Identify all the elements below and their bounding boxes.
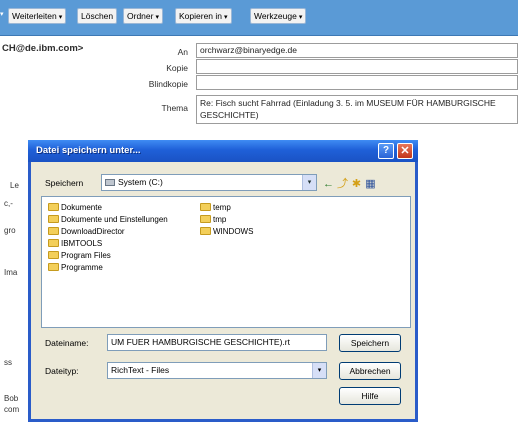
- chevron-down-icon: ▾: [224, 14, 228, 21]
- copy-to-button-label: Kopieren in: [179, 11, 223, 21]
- subject-label: Thema: [161, 103, 188, 113]
- dialog-title: Datei speichern unter...: [36, 145, 141, 156]
- back-icon[interactable]: ←: [323, 178, 337, 190]
- folder-icon: [48, 263, 59, 271]
- folder-item[interactable]: Dokumente: [48, 203, 102, 213]
- filename-label: Dateiname:: [45, 338, 89, 348]
- navigation-toolbar: ←⤴✱▦: [323, 175, 379, 191]
- background-text: c,-: [4, 199, 13, 208]
- folder-icon: [48, 215, 59, 223]
- copy-to-button[interactable]: Kopieren in ▾: [175, 8, 232, 24]
- save-as-dialog: Datei speichern unter... ? ✕ Speichern S…: [28, 140, 418, 422]
- folder-button[interactable]: Ordner ▾: [123, 8, 163, 24]
- help-icon[interactable]: ?: [378, 143, 394, 159]
- cancel-button[interactable]: Abbrechen: [339, 362, 401, 380]
- background-text: Le: [10, 181, 19, 190]
- bcc-field[interactable]: [196, 75, 518, 90]
- folder-icon: [48, 227, 59, 235]
- filetype-label: Dateityp:: [45, 366, 79, 376]
- save-button[interactable]: Speichern: [339, 334, 401, 352]
- dialog-titlebar[interactable]: Datei speichern unter... ? ✕: [28, 140, 418, 162]
- delete-button[interactable]: Löschen: [77, 8, 118, 24]
- new-folder-icon[interactable]: ✱: [351, 177, 365, 190]
- chevron-down-icon: ▾: [155, 14, 159, 21]
- folder-button-label: Ordner: [127, 11, 154, 21]
- folder-label: WINDOWS: [213, 227, 254, 236]
- sender-address: CH@de.ibm.com>: [2, 43, 84, 54]
- filetype-dropdown[interactable]: RichText - Files ▾: [107, 362, 327, 379]
- file-list[interactable]: Dokumente Dokumente und Einstellungen Do…: [41, 196, 411, 328]
- filename-input[interactable]: UM FUER HAMBURGISCHE GESCHICHTE).rt: [107, 334, 327, 351]
- cc-field[interactable]: [196, 59, 518, 74]
- background-text: gro: [4, 226, 16, 235]
- save-in-label: Speichern: [45, 178, 84, 188]
- folder-label: DownloadDirector: [61, 227, 125, 236]
- background-text: Bob: [4, 394, 19, 403]
- folder-label: IBMTOOLS: [61, 239, 103, 248]
- bcc-label: Blindkopie: [148, 79, 188, 89]
- folder-item[interactable]: WINDOWS: [200, 227, 253, 237]
- chevron-down-icon: ▾: [298, 14, 303, 21]
- filetype-value: RichText - Files: [111, 365, 170, 375]
- folder-icon: [48, 239, 59, 247]
- background-text: Ima: [4, 268, 18, 277]
- mail-header: CH@de.ibm.com> An orchwarz@binaryedge.de…: [0, 37, 518, 137]
- background-text: ss: [4, 358, 12, 367]
- delete-button-label: Löschen: [81, 11, 114, 21]
- save-in-value: System (C:): [118, 177, 163, 187]
- folder-item[interactable]: DownloadDirector: [48, 227, 125, 237]
- to-field[interactable]: orchwarz@binaryedge.de: [196, 43, 518, 58]
- folder-item[interactable]: IBMTOOLS: [48, 239, 102, 249]
- drive-icon: [105, 179, 115, 186]
- folder-item[interactable]: Programme: [48, 263, 103, 273]
- folder-item[interactable]: temp: [200, 203, 231, 213]
- folder-icon: [200, 203, 211, 211]
- folder-icon: [200, 227, 211, 235]
- background-text: com: [4, 405, 20, 414]
- save-in-dropdown[interactable]: System (C:) ▾: [101, 174, 317, 191]
- folder-label: Programme: [61, 263, 103, 272]
- help-button[interactable]: Hilfe: [339, 387, 401, 405]
- up-folder-icon[interactable]: ⤴: [337, 175, 351, 191]
- forward-button[interactable]: Weiterleiten ▾: [8, 8, 67, 24]
- folder-item[interactable]: Program Files: [48, 251, 111, 261]
- chevron-down-icon[interactable]: ▾: [302, 175, 316, 190]
- folder-icon: [48, 251, 59, 259]
- forward-button-label: Weiterleiten: [12, 11, 57, 21]
- cc-label: Kopie: [166, 63, 188, 73]
- folder-item[interactable]: Dokumente und Einstellungen: [48, 215, 168, 225]
- folder-item[interactable]: tmp: [200, 215, 226, 225]
- view-menu-icon[interactable]: ▦: [365, 177, 379, 190]
- mail-toolbar: ▾ Weiterleiten ▾ Löschen Ordner ▾ Kopieren…: [0, 0, 518, 36]
- close-icon[interactable]: ✕: [397, 143, 413, 159]
- folder-label: Dokumente und Einstellungen: [61, 215, 168, 224]
- chevron-down-icon[interactable]: ▾: [312, 363, 326, 378]
- tools-button-label: Werkzeuge: [254, 11, 297, 21]
- folder-label: Dokumente: [61, 203, 102, 212]
- folder-icon: [48, 203, 59, 211]
- chevron-down-icon: ▾: [58, 14, 63, 21]
- folder-icon: [200, 215, 211, 223]
- tools-button[interactable]: Werkzeuge ▾: [250, 8, 307, 24]
- folder-label: temp: [213, 203, 231, 212]
- to-label: An: [177, 47, 188, 57]
- toolbar-overflow-caret[interactable]: ▾: [0, 8, 6, 24]
- folder-label: Program Files: [61, 251, 111, 260]
- folder-label: tmp: [213, 215, 227, 224]
- subject-field[interactable]: Re: Fisch sucht Fahrrad (Einladung 3. 5.…: [196, 95, 518, 124]
